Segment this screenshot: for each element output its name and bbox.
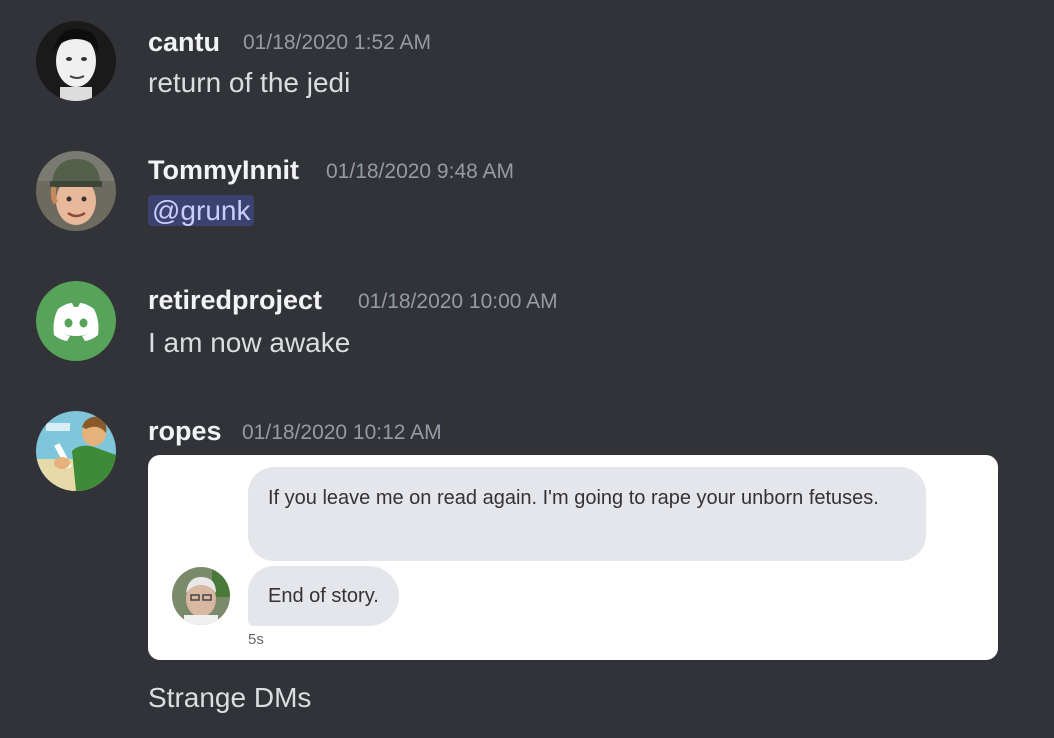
avatar-cantu[interactable]	[36, 21, 116, 101]
sender-avatar	[172, 567, 230, 625]
image-attachment[interactable]: If you leave me on read again. I'm going…	[148, 455, 998, 660]
dm-bubble: End of story.	[248, 566, 399, 626]
timestamp: 01/18/2020 10:00 AM	[358, 290, 558, 313]
message-text: return of the jedi	[148, 67, 351, 98]
timestamp: 01/18/2020 10:12 AM	[242, 421, 442, 444]
message-text: @grunk	[148, 195, 255, 227]
discord-logo-icon	[53, 303, 99, 341]
dm-bubble: If you leave me on read again. I'm going…	[248, 467, 926, 561]
username[interactable]: cantu	[148, 27, 220, 58]
message-text: I am now awake	[148, 327, 351, 358]
dm-time: 5s	[248, 631, 264, 648]
avatar-tommyinnit[interactable]	[36, 151, 116, 231]
user-mention[interactable]: @grunk	[148, 195, 255, 226]
avatar-ropes[interactable]	[36, 411, 116, 491]
message-text: Strange DMs	[148, 682, 312, 713]
timestamp: 01/18/2020 1:52 AM	[243, 31, 431, 54]
timestamp: 01/18/2020 9:48 AM	[326, 160, 514, 183]
username[interactable]: retiredproject	[148, 285, 322, 316]
username[interactable]: TommyInnit	[148, 155, 299, 186]
avatar-retiredproject[interactable]	[36, 281, 116, 361]
username[interactable]: ropes	[148, 416, 222, 447]
